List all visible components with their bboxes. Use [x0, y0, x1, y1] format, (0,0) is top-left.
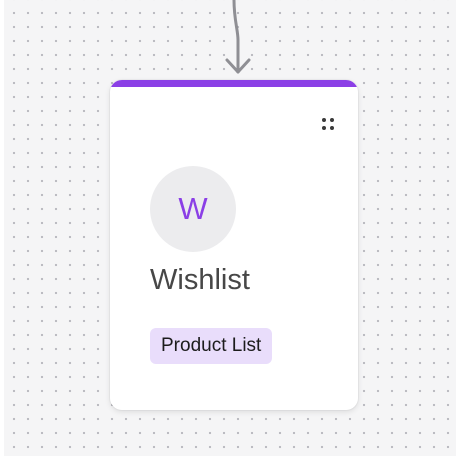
- card-accent-bar: [110, 80, 358, 87]
- flow-node-card[interactable]: W Wishlist Product List: [110, 80, 358, 410]
- avatar-letter: W: [178, 191, 208, 226]
- node-title: Wishlist: [150, 264, 250, 296]
- node-avatar: W: [150, 166, 236, 252]
- node-type-badge: Product List: [150, 328, 273, 364]
- drag-handle-icon[interactable]: [322, 118, 336, 132]
- connector-arrow-icon: [225, 0, 251, 74]
- flow-canvas[interactable]: W Wishlist Product List: [4, 0, 456, 456]
